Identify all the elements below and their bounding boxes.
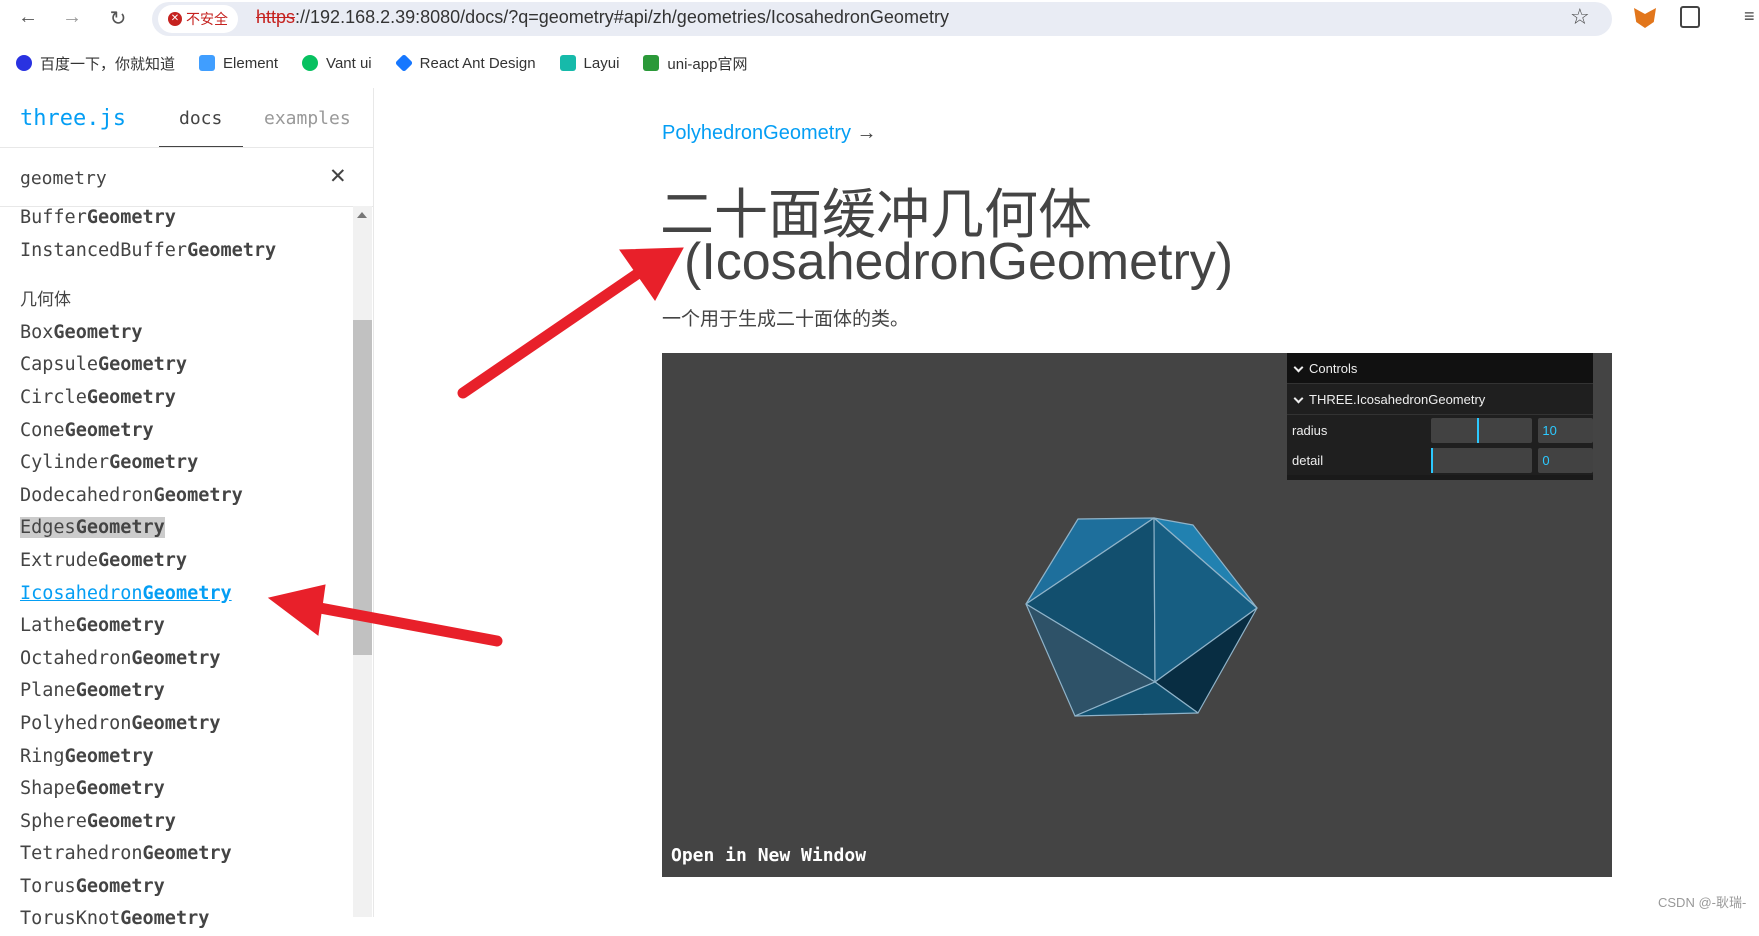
radius-input[interactable]: 10 [1538,417,1593,443]
watermark: CSDN @-耿瑞- [1658,895,1747,910]
param-label: detail [1292,452,1324,468]
geometry-folder[interactable]: THREE.IcosahedronGeometry [1287,384,1593,415]
slider-handle[interactable] [1431,447,1434,473]
param-label: radius [1292,422,1328,438]
open-new-window-link[interactable]: Open in New Window [671,845,866,866]
detail-input[interactable]: 0 [1538,447,1593,473]
detail-slider[interactable] [1431,447,1533,473]
param-radius: radius 10 [1287,415,1593,445]
controls-panel: Controls THREE.IcosahedronGeometry radiu… [1287,353,1593,480]
slider-handle[interactable] [1476,417,1479,443]
controls-header[interactable]: Controls [1287,353,1593,384]
param-detail: detail 0 [1287,445,1593,475]
radius-slider[interactable] [1431,417,1533,443]
